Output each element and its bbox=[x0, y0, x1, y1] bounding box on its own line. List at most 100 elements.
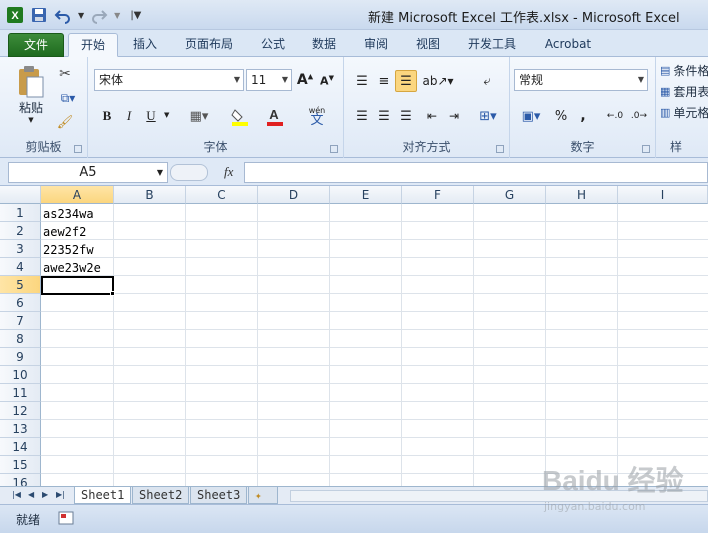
redo-icon[interactable] bbox=[90, 6, 108, 24]
conditional-format-button[interactable]: ▤ 条件格 bbox=[660, 61, 708, 79]
column-header-c[interactable]: C bbox=[186, 186, 258, 204]
number-format-select[interactable]: 常规 ▼ bbox=[514, 69, 648, 91]
decrease-decimal-button[interactable]: .0→ bbox=[628, 107, 650, 125]
cell-a1[interactable]: as234wa bbox=[43, 205, 94, 223]
column-header-f[interactable]: F bbox=[402, 186, 474, 204]
row-header-2[interactable]: 2 bbox=[0, 222, 41, 240]
font-size-select[interactable]: 11 ▼ bbox=[246, 69, 292, 91]
alignment-launcher-icon[interactable] bbox=[496, 145, 504, 153]
name-box[interactable]: A5 ▼ bbox=[8, 162, 168, 183]
row-header-11[interactable]: 11 bbox=[0, 384, 41, 402]
sheet-tab-sheet1[interactable]: Sheet1 bbox=[74, 487, 132, 504]
merge-center-button[interactable]: ⊞▾ bbox=[474, 105, 502, 127]
tab-view[interactable]: 视图 bbox=[407, 33, 449, 57]
redo-dropdown-icon[interactable]: ▼ bbox=[114, 11, 120, 20]
column-header-h[interactable]: H bbox=[546, 186, 618, 204]
sheet-tab-sheet3[interactable]: Sheet3 bbox=[190, 487, 248, 504]
column-header-b[interactable]: B bbox=[114, 186, 186, 204]
sheet-tab-sheet2[interactable]: Sheet2 bbox=[132, 487, 190, 504]
row-header-6[interactable]: 6 bbox=[0, 294, 41, 312]
row-header-3[interactable]: 3 bbox=[0, 240, 41, 258]
row-header-9[interactable]: 9 bbox=[0, 348, 41, 366]
formula-input[interactable] bbox=[244, 162, 708, 183]
align-center-button[interactable]: ☰ bbox=[374, 107, 394, 125]
tab-file[interactable]: 文件 bbox=[8, 33, 64, 57]
increase-indent-button[interactable]: ⇥ bbox=[444, 107, 464, 125]
wrap-text-button[interactable]: ⤶ bbox=[476, 71, 498, 91]
column-header-e[interactable]: E bbox=[330, 186, 402, 204]
column-header-d[interactable]: D bbox=[258, 186, 330, 204]
worksheet-grid[interactable]: ABCDEFGHI 1 2 3 4 5 6 7 8 9 10 11 12 13 14 15 16 as234w… bbox=[0, 186, 708, 486]
currency-button[interactable]: ▣▾ bbox=[516, 105, 546, 127]
fill-handle[interactable] bbox=[110, 291, 115, 296]
undo-dropdown-icon[interactable]: ▼ bbox=[78, 11, 84, 20]
underline-button[interactable]: U bbox=[142, 107, 160, 125]
cell-a2[interactable]: aew2f2 bbox=[43, 223, 86, 241]
column-header-a[interactable]: A bbox=[41, 186, 114, 204]
borders-button[interactable]: ▦▾ bbox=[184, 107, 214, 125]
tab-formulas[interactable]: 公式 bbox=[252, 33, 294, 57]
row-header-13[interactable]: 13 bbox=[0, 420, 41, 438]
bottom-align-button[interactable]: ☰ bbox=[395, 70, 417, 92]
shrink-font-button[interactable]: A▼ bbox=[318, 72, 336, 90]
tab-developer[interactable]: 开发工具 bbox=[458, 33, 526, 57]
column-header-i[interactable]: I bbox=[618, 186, 708, 204]
tab-review[interactable]: 审阅 bbox=[355, 33, 397, 57]
fill-color-button[interactable] bbox=[226, 105, 256, 127]
cell-a3[interactable]: 22352fw bbox=[43, 241, 94, 259]
phonetic-button[interactable]: wén 文 bbox=[302, 103, 332, 129]
undo-icon[interactable] bbox=[54, 6, 72, 24]
bold-button[interactable]: B bbox=[98, 107, 116, 125]
macro-record-icon[interactable] bbox=[58, 511, 74, 525]
align-right-button[interactable]: ☰ bbox=[396, 107, 416, 125]
increase-decimal-button[interactable]: ←.0 bbox=[604, 107, 626, 125]
row-header-10[interactable]: 10 bbox=[0, 366, 41, 384]
tab-page-layout[interactable]: 页面布局 bbox=[176, 33, 242, 57]
cut-button[interactable]: ✂ bbox=[54, 65, 76, 83]
font-name-select[interactable]: 宋体 ▼ bbox=[94, 69, 244, 91]
cell-a4[interactable]: awe23w2e bbox=[43, 259, 101, 277]
select-all-corner[interactable] bbox=[0, 186, 41, 204]
name-box-dropdown-icon[interactable]: ▼ bbox=[157, 163, 163, 182]
number-launcher-icon[interactable] bbox=[642, 145, 650, 153]
row-header-12[interactable]: 12 bbox=[0, 402, 41, 420]
customize-qat-icon[interactable]: |▼ bbox=[130, 10, 141, 21]
insert-function-button[interactable]: fx bbox=[224, 164, 233, 180]
last-sheet-icon[interactable]: ▶| bbox=[56, 490, 65, 499]
percent-button[interactable]: % bbox=[552, 107, 570, 125]
copy-button[interactable]: ⧉▾ bbox=[54, 89, 82, 107]
row-header-5[interactable]: 5 bbox=[0, 276, 41, 294]
align-left-button[interactable]: ☰ bbox=[352, 107, 372, 125]
column-header-g[interactable]: G bbox=[474, 186, 546, 204]
row-header-8[interactable]: 8 bbox=[0, 330, 41, 348]
underline-dropdown-icon[interactable]: ▼ bbox=[164, 111, 169, 119]
font-color-button[interactable]: A bbox=[262, 105, 292, 127]
tab-data[interactable]: 数据 bbox=[303, 33, 345, 57]
font-launcher-icon[interactable] bbox=[330, 145, 338, 153]
row-header-1[interactable]: 1 bbox=[0, 204, 41, 222]
format-painter-button[interactable]: 🖌 bbox=[54, 113, 76, 131]
paste-button[interactable]: 粘贴 ▼ bbox=[14, 61, 48, 127]
cell-styles-button[interactable]: ▥ 单元格 bbox=[660, 103, 708, 121]
tab-home[interactable]: 开始 bbox=[68, 33, 118, 57]
next-sheet-icon[interactable]: ▶ bbox=[42, 490, 48, 499]
row-header-7[interactable]: 7 bbox=[0, 312, 41, 330]
row-header-15[interactable]: 15 bbox=[0, 456, 41, 474]
insert-sheet-button[interactable]: ✦ bbox=[248, 487, 278, 504]
tab-insert[interactable]: 插入 bbox=[124, 33, 166, 57]
row-header-14[interactable]: 14 bbox=[0, 438, 41, 456]
active-cell-a5[interactable] bbox=[41, 276, 114, 295]
top-align-button[interactable]: ☰ bbox=[352, 71, 372, 91]
row-header-16[interactable]: 16 bbox=[0, 474, 41, 486]
first-sheet-icon[interactable]: |◀ bbox=[12, 490, 21, 499]
comma-button[interactable]: , bbox=[574, 107, 592, 125]
prev-sheet-icon[interactable]: ◀ bbox=[28, 490, 34, 499]
orientation-button[interactable]: ab↗▾ bbox=[422, 71, 453, 91]
clipboard-launcher-icon[interactable] bbox=[74, 145, 82, 153]
format-as-table-button[interactable]: ▦ 套用表 bbox=[660, 82, 708, 100]
row-header-4[interactable]: 4 bbox=[0, 258, 41, 276]
italic-button[interactable]: I bbox=[120, 107, 138, 125]
middle-align-button[interactable]: ≡ bbox=[374, 71, 394, 91]
tab-acrobat[interactable]: Acrobat bbox=[536, 33, 600, 57]
decrease-indent-button[interactable]: ⇤ bbox=[422, 107, 442, 125]
